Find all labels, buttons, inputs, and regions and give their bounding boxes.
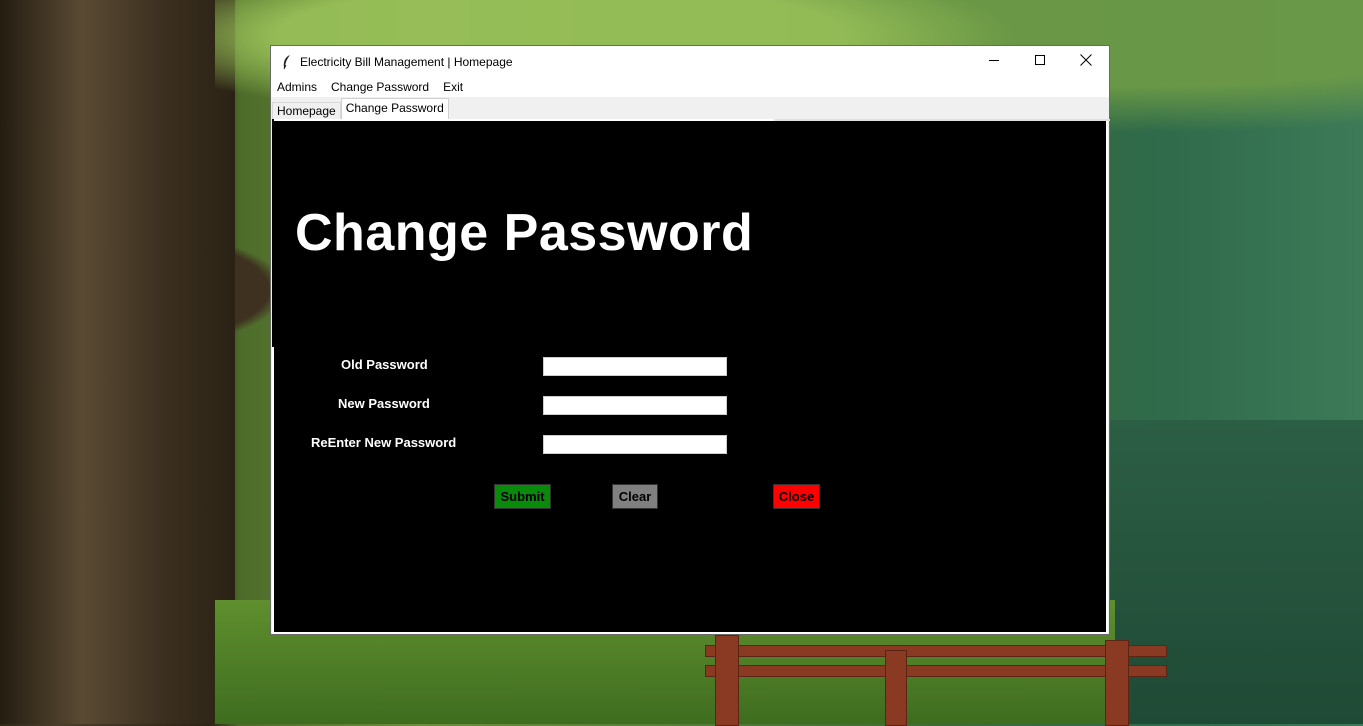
desktop-wallpaper-tree — [0, 0, 235, 724]
minimize-button[interactable] — [971, 46, 1017, 77]
panel-left-border — [272, 119, 274, 347]
menu-admins[interactable]: Admins — [271, 80, 324, 94]
tab-bar: Homepage Change Password — [271, 97, 1109, 119]
desktop-wallpaper-bench — [705, 635, 1170, 726]
menu-bar: Admins Change Password Exit — [271, 77, 1109, 97]
menu-exit[interactable]: Exit — [436, 80, 470, 94]
app-window: Electricity Bill Management | Homepage A… — [270, 45, 1110, 635]
panel-top-border — [774, 119, 1110, 121]
tab-homepage[interactable]: Homepage — [272, 102, 341, 119]
close-icon — [1080, 53, 1092, 71]
feather-icon — [280, 54, 294, 70]
title-bar[interactable]: Electricity Bill Management | Homepage — [271, 46, 1109, 77]
clear-button[interactable]: Clear — [612, 484, 658, 509]
page-title: Change Password — [295, 204, 754, 262]
tab-change-password[interactable]: Change Password — [340, 98, 449, 119]
old-password-input[interactable] — [543, 357, 727, 376]
close-window-button[interactable] — [1063, 46, 1109, 77]
reenter-password-input[interactable] — [543, 435, 727, 454]
new-password-label: New Password — [338, 396, 430, 411]
reenter-password-label: ReEnter New Password — [311, 435, 457, 450]
maximize-button[interactable] — [1017, 46, 1063, 77]
change-password-panel: Change Password Old Password New Passwor… — [272, 119, 1110, 634]
old-password-label: Old Password — [341, 357, 428, 372]
menu-change-password[interactable]: Change Password — [324, 80, 436, 94]
new-password-input[interactable] — [543, 396, 727, 415]
close-button[interactable]: Close — [773, 484, 820, 509]
maximize-icon — [1034, 53, 1046, 71]
window-title: Electricity Bill Management | Homepage — [300, 54, 513, 69]
submit-button[interactable]: Submit — [494, 484, 551, 509]
minimize-icon — [988, 53, 1000, 71]
